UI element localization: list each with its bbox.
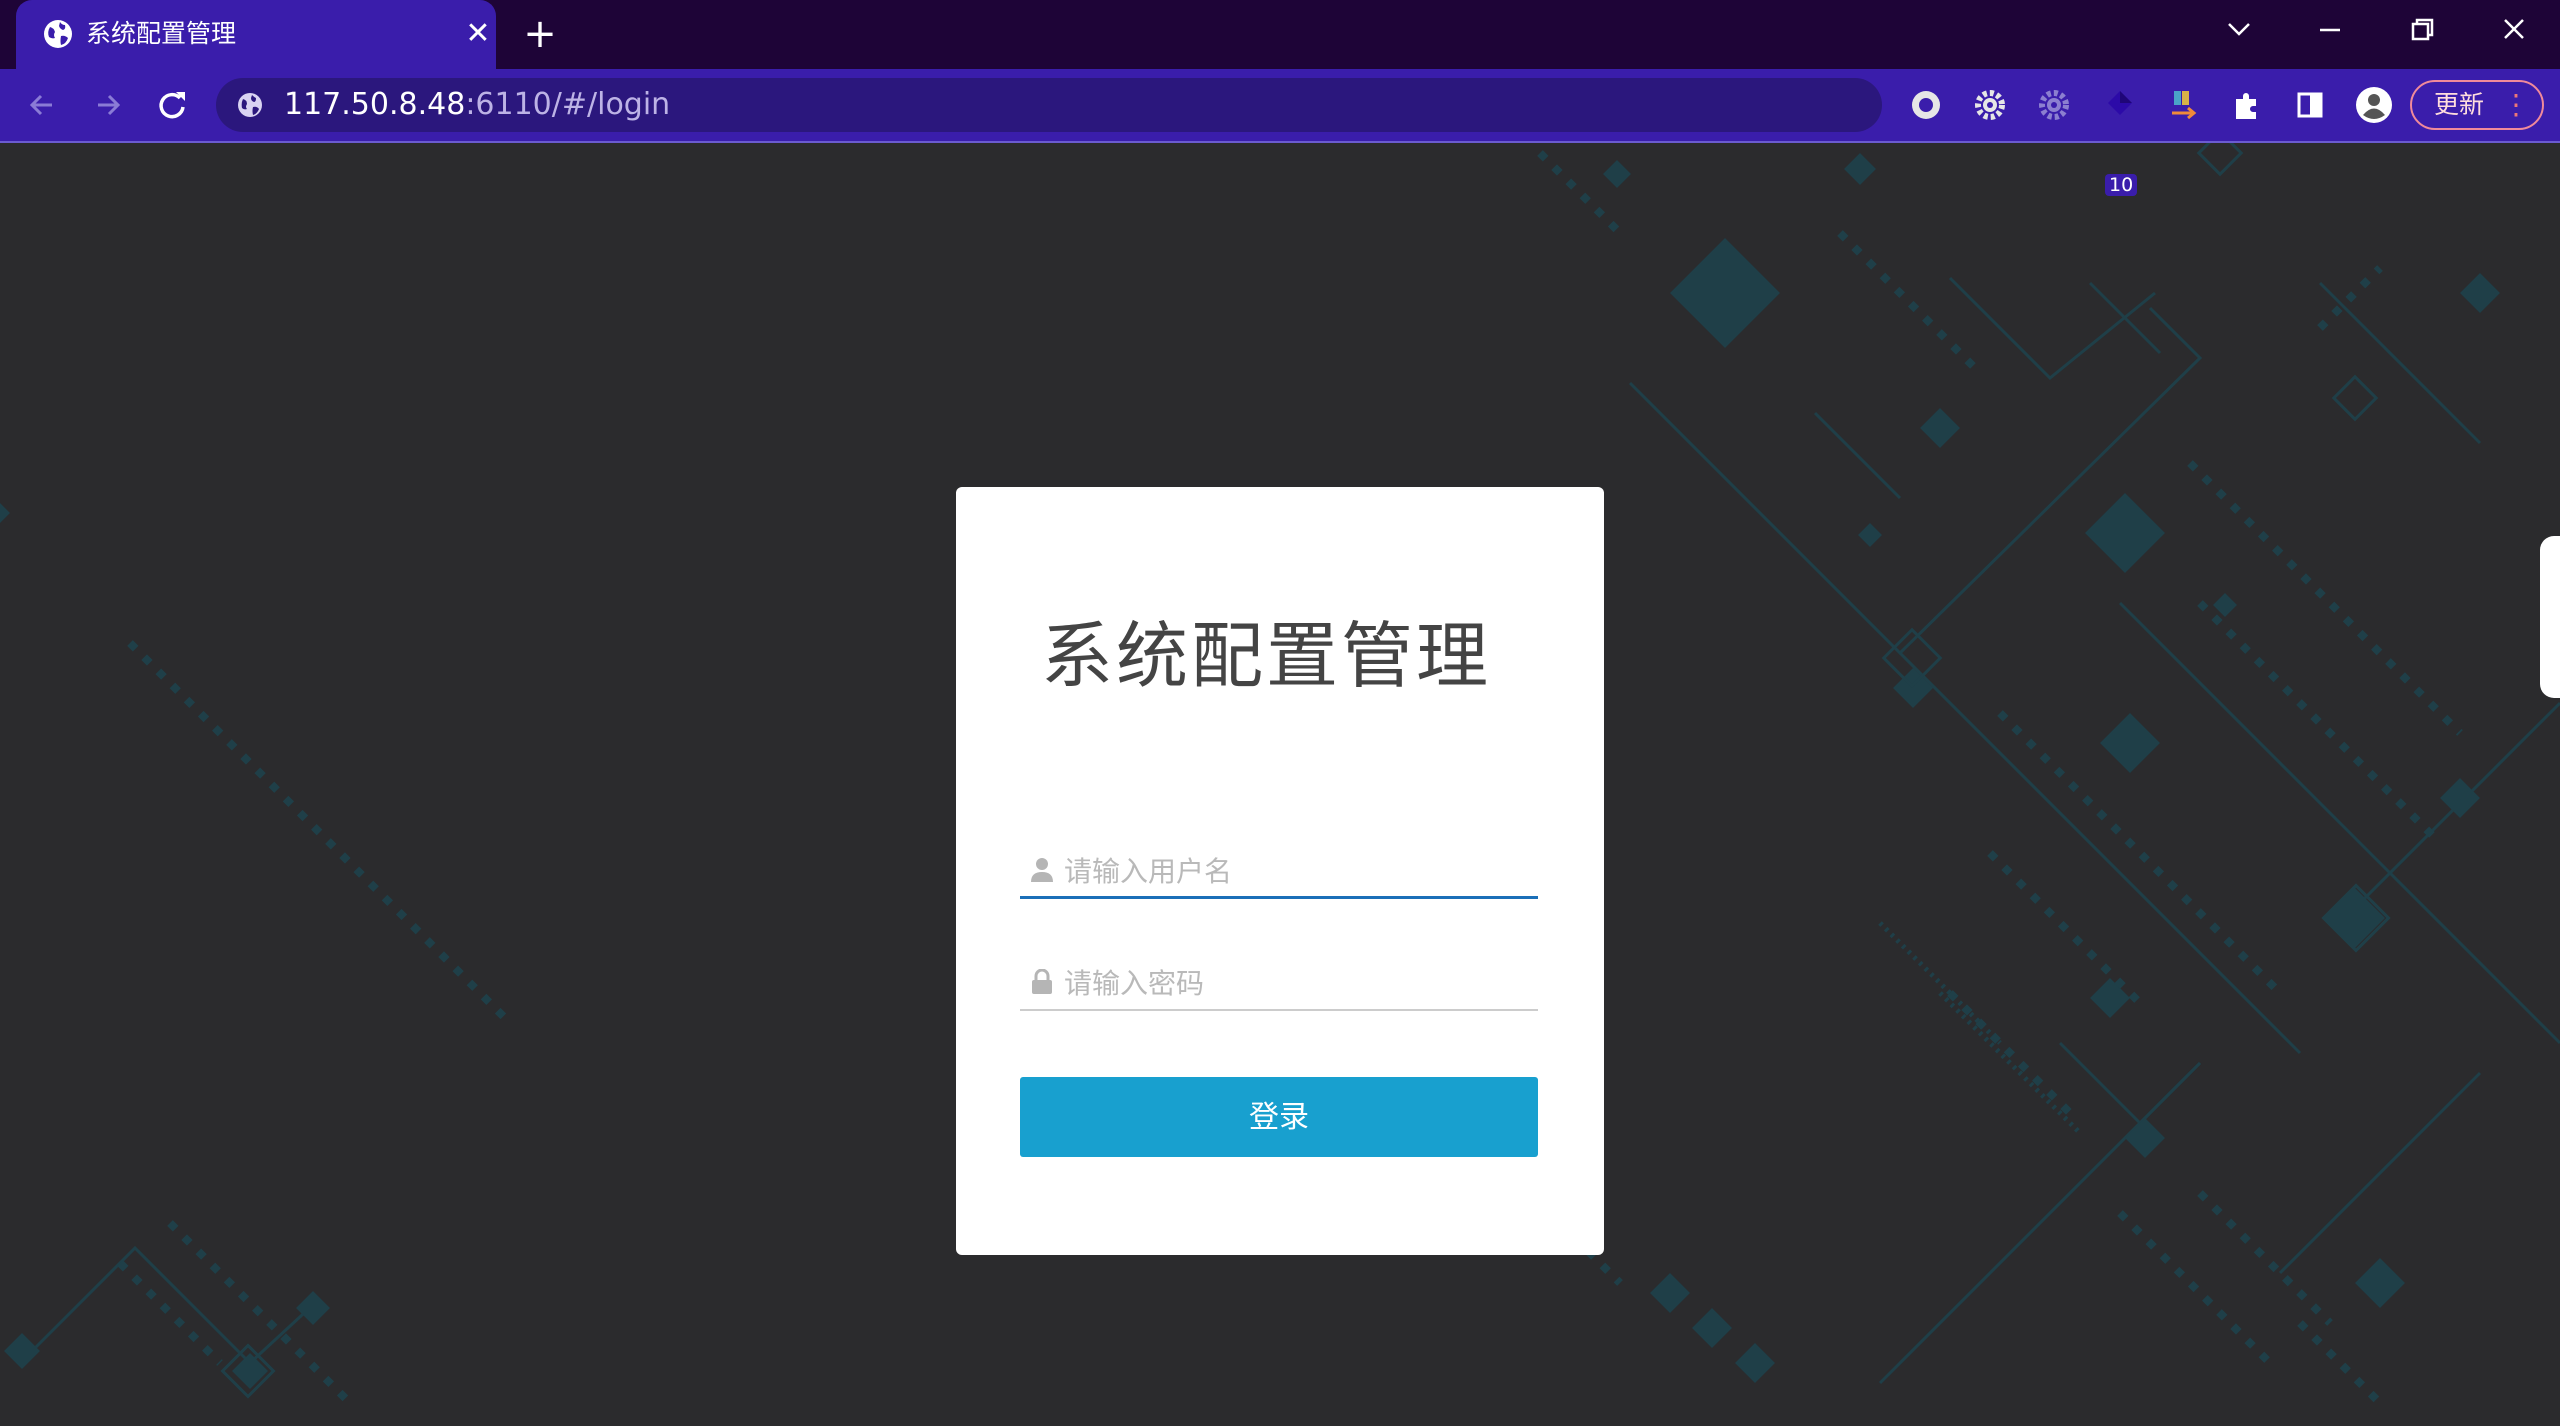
reload-icon[interactable] — [150, 83, 194, 127]
globe-icon — [44, 20, 72, 48]
password-underline — [1020, 1009, 1538, 1011]
diamond-extension-icon[interactable] — [2098, 83, 2142, 127]
login-button[interactable]: 登录 — [1020, 1077, 1538, 1157]
site-info-icon[interactable] — [236, 91, 264, 119]
restore-icon[interactable] — [2392, 12, 2452, 48]
browser-title-bar: 系统配置管理 ✕ + — [0, 0, 2560, 69]
update-button[interactable]: 更新 ⋮ — [2410, 80, 2544, 130]
close-window-icon[interactable] — [2484, 12, 2544, 48]
new-tab-button[interactable]: + — [520, 14, 560, 54]
settings-extension-icon[interactable] — [2032, 83, 2076, 127]
username-field[interactable] — [1020, 839, 1538, 899]
side-panel-icon[interactable] — [2288, 83, 2332, 127]
browser-toolbar: 117.50.8.48:6110/#/login 10 — [0, 69, 2560, 196]
address-bar[interactable]: 117.50.8.48:6110/#/login — [216, 78, 1882, 132]
update-label: 更新 — [2434, 90, 2485, 119]
tab-search-icon[interactable] — [2209, 12, 2269, 48]
translate-extension-icon[interactable] — [2162, 83, 2206, 127]
user-icon — [1031, 858, 1053, 882]
forward-arrow-icon[interactable] — [86, 83, 130, 127]
username-input[interactable] — [1064, 851, 1524, 891]
login-form: 登录 — [956, 487, 1604, 1255]
url-text: 117.50.8.48:6110/#/login — [284, 86, 670, 124]
browser-tab-active[interactable]: 系统配置管理 ✕ — [16, 0, 496, 69]
gear-extension-icon[interactable] — [1968, 83, 2012, 127]
lock-icon — [1032, 969, 1052, 994]
password-field[interactable] — [1020, 951, 1538, 1011]
tab-close-icon[interactable]: ✕ — [460, 16, 496, 52]
side-panel-tab[interactable] — [2540, 536, 2560, 698]
password-input[interactable] — [1064, 963, 1524, 1003]
url-path: :6110/#/login — [465, 87, 671, 122]
menu-dots-icon[interactable]: ⋮ — [2502, 88, 2530, 122]
tab-title: 系统配置管理 — [86, 19, 237, 48]
back-arrow-icon[interactable] — [20, 83, 64, 127]
url-host: 117.50.8.48 — [284, 87, 466, 122]
record-extension-icon[interactable] — [1904, 83, 1948, 127]
profile-avatar-icon[interactable] — [2352, 83, 2396, 127]
puzzle-extensions-icon[interactable] — [2226, 83, 2270, 127]
minimize-icon[interactable] — [2300, 12, 2360, 48]
username-underline — [1020, 896, 1538, 899]
